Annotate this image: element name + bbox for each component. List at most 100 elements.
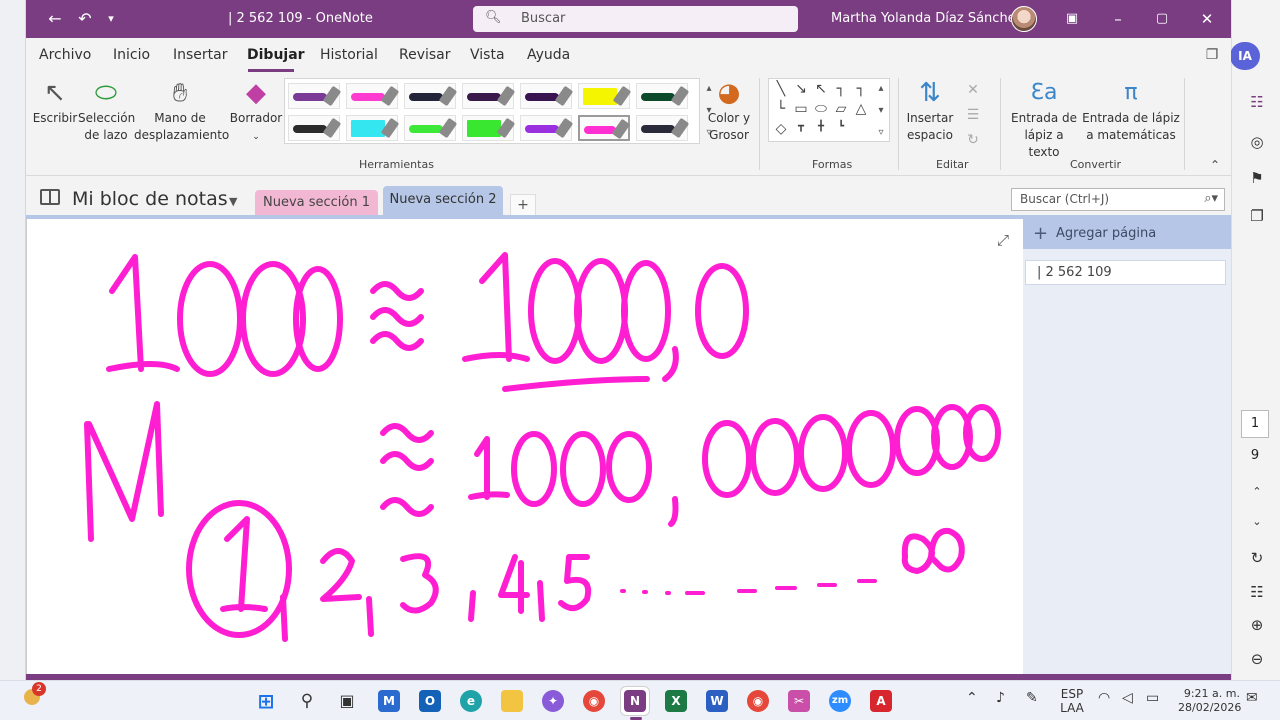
corner-shape-icon[interactable]: ┐ bbox=[851, 81, 871, 97]
escribir-button[interactable]: ↖ Escribir bbox=[32, 76, 78, 127]
ink-to-text-button[interactable]: ℇa Entrada de lápiz a texto bbox=[1008, 76, 1080, 161]
pan-button[interactable]: ✋︎ Mano de desplazamiento bbox=[134, 76, 229, 144]
pen-swatch[interactable] bbox=[288, 115, 342, 141]
pen-swatch[interactable] bbox=[288, 83, 342, 109]
task-view-icon[interactable]: ▣ bbox=[333, 687, 361, 715]
outlook-icon[interactable]: O bbox=[416, 687, 444, 715]
app-m-icon[interactable]: M bbox=[375, 687, 403, 715]
pen-swatch[interactable] bbox=[404, 83, 458, 109]
add-section-button[interactable]: + bbox=[510, 194, 536, 216]
zoom-in-icon[interactable]: ⊕ bbox=[1245, 613, 1269, 637]
notebook-search-input[interactable]: Buscar (Ctrl+J) ⌕▾ bbox=[1011, 188, 1225, 211]
graph-shape-icon[interactable]: ┳ bbox=[791, 121, 811, 132]
eraser-button[interactable]: ◆ Borrador ⌄ bbox=[226, 76, 286, 146]
page-item[interactable]: | 2 562 109 bbox=[1025, 260, 1226, 285]
chevron-down-icon[interactable]: ⌄ bbox=[1245, 510, 1269, 534]
language-indicator[interactable]: ESP LAA bbox=[1058, 687, 1086, 715]
pen-swatch[interactable] bbox=[462, 83, 516, 109]
tab-ayuda[interactable]: Ayuda bbox=[527, 47, 570, 63]
tab-historial[interactable]: Historial bbox=[320, 47, 378, 63]
graph-3d-shape-icon[interactable]: ╋ bbox=[811, 121, 831, 132]
undo-icon[interactable]: ↶ bbox=[74, 8, 96, 30]
pen-swatch[interactable] bbox=[520, 83, 574, 109]
zoom-app-icon[interactable]: zm bbox=[826, 687, 854, 715]
expand-icon[interactable]: ⤢ bbox=[997, 231, 1009, 249]
shapes-scroll[interactable]: ▴ ▾ ▿ bbox=[874, 78, 888, 144]
notebook-name[interactable]: Mi bloc de notas bbox=[72, 188, 228, 210]
chevron-up-icon[interactable]: ⌃ bbox=[1245, 480, 1269, 504]
pen-swatch[interactable] bbox=[636, 115, 690, 141]
search-icon[interactable]: ⚲ bbox=[293, 687, 321, 715]
sticky-notes-icon[interactable]: ❐ bbox=[1201, 44, 1223, 66]
excel-icon[interactable]: X bbox=[662, 687, 690, 715]
avatar[interactable] bbox=[1011, 6, 1037, 32]
pen-swatch[interactable] bbox=[404, 115, 458, 141]
back-icon[interactable]: ← bbox=[44, 8, 66, 30]
notebook-dropdown-icon[interactable]: ▼ bbox=[229, 195, 237, 208]
user-name[interactable]: Martha Yolanda Díaz Sánchez bbox=[831, 11, 1023, 26]
arrange-icon[interactable]: ☰ bbox=[958, 103, 988, 128]
tab-insertar[interactable]: Insertar bbox=[173, 47, 228, 63]
rectangle-shape-icon[interactable]: ▭ bbox=[791, 101, 811, 117]
shapes-up-icon[interactable]: ▴ bbox=[874, 78, 888, 100]
double-arrow-shape-icon[interactable]: ↖ bbox=[811, 81, 831, 97]
rotate-icon[interactable]: ↻ bbox=[958, 128, 988, 153]
parallelogram-shape-icon[interactable]: ▱ bbox=[831, 101, 851, 117]
copilot-icon[interactable]: ☷ bbox=[1245, 90, 1269, 114]
onenote-icon[interactable]: N bbox=[621, 687, 649, 715]
search-box[interactable]: 🔍︎ Buscar bbox=[473, 6, 798, 32]
tab-vista[interactable]: Vista bbox=[470, 47, 505, 63]
arrow-shape-icon[interactable]: ↘ bbox=[791, 81, 811, 97]
snipping-tool-icon[interactable]: ✂ bbox=[785, 687, 813, 715]
page-zoom-box[interactable]: 1 bbox=[1241, 410, 1269, 438]
insert-space-button[interactable]: ⇅ Insertar espacio bbox=[904, 76, 956, 144]
pen-swatch[interactable] bbox=[346, 115, 400, 141]
axis-shape-icon[interactable]: └ bbox=[771, 101, 791, 117]
color-thickness-button[interactable]: ◕ Color y Grosor bbox=[704, 76, 754, 144]
zoom-out-icon[interactable]: ⊖ bbox=[1245, 647, 1269, 671]
volume-icon[interactable]: ◁ bbox=[1122, 690, 1133, 706]
triangle-shape-icon[interactable]: △ bbox=[851, 101, 871, 117]
copy-icon[interactable]: ❐ bbox=[1245, 204, 1269, 228]
page-canvas[interactable]: ⤢ bbox=[26, 219, 1023, 674]
wifi-icon[interactable]: ◠ bbox=[1098, 690, 1110, 706]
tab-dibujar[interactable]: Dibujar bbox=[247, 47, 305, 63]
notifications-icon[interactable]: ✉ bbox=[1246, 690, 1258, 706]
refresh-icon[interactable]: ↻ bbox=[1245, 546, 1269, 570]
tab-archivo[interactable]: Archivo bbox=[39, 47, 91, 63]
angle-shape-icon[interactable]: ┐ bbox=[831, 81, 851, 97]
edge-icon[interactable]: e bbox=[457, 687, 485, 715]
tab-section-1[interactable]: Nueva sección 1 bbox=[255, 190, 378, 216]
add-page-button[interactable]: + Agregar página bbox=[1023, 219, 1231, 249]
acrobat-icon[interactable]: A bbox=[867, 687, 895, 715]
maximize-icon[interactable]: ▢ bbox=[1148, 8, 1176, 30]
pen-swatch[interactable] bbox=[636, 83, 690, 109]
chrome-profile-icon[interactable]: ◉ bbox=[744, 687, 772, 715]
tab-inicio[interactable]: Inicio bbox=[113, 47, 150, 63]
tab-section-2[interactable]: Nueva sección 2 bbox=[383, 186, 503, 218]
close-icon[interactable]: ✕ bbox=[1193, 8, 1221, 30]
minimize-icon[interactable]: – bbox=[1104, 8, 1132, 30]
lasso-select-button[interactable]: ⬭ Selección de lazo bbox=[78, 76, 135, 144]
microphone-icon[interactable]: ♪ bbox=[996, 690, 1005, 706]
ink-to-math-button[interactable]: π Entrada de lápiz a matemáticas bbox=[1082, 76, 1180, 144]
file-explorer-icon[interactable] bbox=[498, 687, 526, 715]
tray-chevron-icon[interactable]: ⌃ bbox=[966, 690, 978, 706]
pen-icon[interactable]: ✎ bbox=[1026, 690, 1038, 706]
full-screen-icon[interactable]: ▣ bbox=[1058, 8, 1086, 30]
accessibility-icon[interactable]: ◎ bbox=[1245, 130, 1269, 154]
search-icon[interactable]: ⌕▾ bbox=[1204, 191, 1218, 206]
pen-swatch[interactable] bbox=[578, 83, 632, 109]
windows-start-icon[interactable]: ⊞ bbox=[252, 687, 280, 715]
eraser-dropdown-icon[interactable]: ⌄ bbox=[252, 132, 260, 142]
word-icon[interactable]: W bbox=[703, 687, 731, 715]
line-shape-icon[interactable]: ╲ bbox=[771, 81, 791, 97]
pen-swatch[interactable] bbox=[346, 83, 400, 109]
shapes-down-icon[interactable]: ▾ bbox=[874, 100, 888, 122]
diamond-shape-icon[interactable]: ◇ bbox=[771, 121, 791, 137]
clock[interactable]: 9:21 a. m. 28/02/2026 bbox=[1178, 687, 1241, 715]
shapes-more-icon[interactable]: ▿ bbox=[874, 122, 888, 144]
pen-swatch[interactable] bbox=[578, 115, 631, 141]
pen-swatch[interactable] bbox=[520, 115, 574, 141]
collapse-ribbon-icon[interactable]: ⌃ bbox=[1210, 158, 1220, 172]
